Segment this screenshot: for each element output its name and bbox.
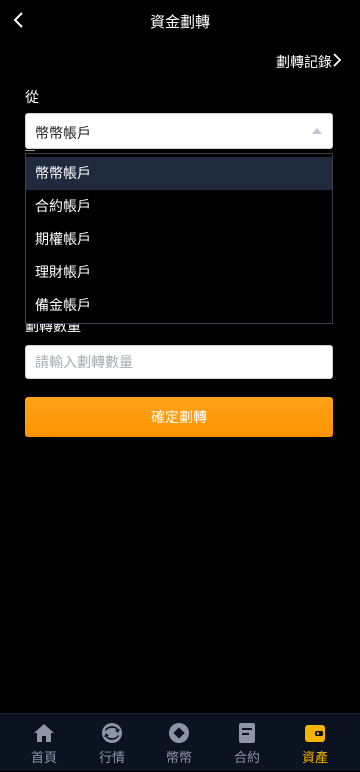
tab-market[interactable]: 行情	[76, 714, 148, 772]
dropdown-option[interactable]: 理財帳戶	[26, 256, 332, 289]
confirm-transfer-button[interactable]: 確定劃轉	[25, 397, 333, 437]
bottom-tab-bar: 首頁 行情 幣幣 合約 資產	[0, 713, 360, 771]
market-icon	[101, 722, 123, 744]
tab-assets[interactable]: 資產	[279, 714, 351, 772]
page-title: 資金劃轉	[149, 14, 210, 31]
tab-contract[interactable]: 合約	[211, 714, 283, 772]
transfer-history-link[interactable]: 劃轉記錄	[276, 52, 332, 72]
from-label: 從	[25, 89, 39, 105]
contract-icon	[236, 722, 258, 744]
tab-label: 幣幣	[165, 750, 192, 765]
wallet-icon	[304, 722, 326, 744]
dropdown-option[interactable]: 幣幣帳戶	[26, 157, 332, 190]
coin-icon	[168, 722, 190, 744]
dropdown-option[interactable]: 合約帳戶	[26, 190, 332, 223]
amount-input[interactable]	[25, 345, 333, 379]
caret-up-icon	[312, 128, 322, 134]
tab-coin[interactable]: 幣幣	[143, 714, 215, 772]
tab-label: 行情	[98, 750, 125, 765]
account-dropdown: 幣幣帳戶 合約帳戶 期權帳戶 理財帳戶 備金帳戶	[25, 153, 333, 324]
top-bar: 資金劃轉	[0, 0, 360, 40]
chevron-right-icon[interactable]	[332, 53, 342, 67]
selected-account-value: 幣幣帳戶	[35, 125, 91, 141]
home-icon	[33, 722, 55, 744]
dropdown-option[interactable]: 備金帳戶	[26, 289, 332, 322]
dropdown-option[interactable]: 期權帳戶	[26, 223, 332, 256]
from-account-select[interactable]: 幣幣帳戶	[25, 113, 333, 149]
divider	[25, 150, 35, 151]
tab-home[interactable]: 首頁	[8, 714, 80, 772]
tab-label: 合約	[233, 750, 260, 765]
tab-label: 資產	[301, 750, 328, 765]
tab-label: 首頁	[30, 750, 57, 765]
